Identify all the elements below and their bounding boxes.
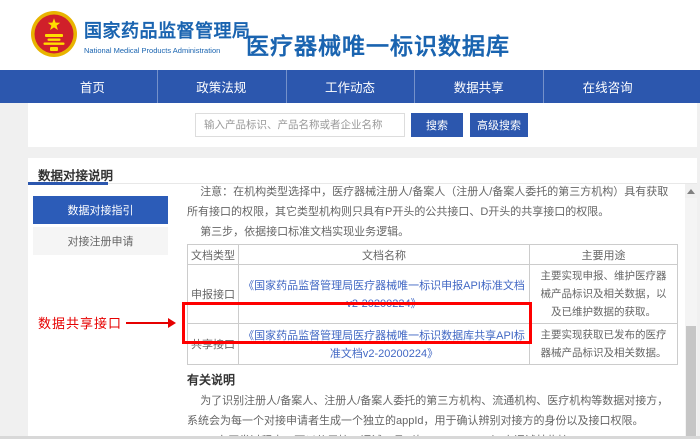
annotation-label: 数据共享接口 <box>38 316 123 331</box>
note-paragraph: 注意：在机构类型选择中，医疗器械注册人/备案人（注册人/备案人委托的第三方机构）… <box>187 186 669 218</box>
search-section: 搜索 高级搜索 <box>28 103 697 147</box>
doc-purpose-cell: 主要实现获取已发布的医疗器械产品标识及相关数据。 <box>529 323 678 365</box>
sidebar-item-data-connection-guide[interactable]: 数据对接指引 <box>33 196 168 224</box>
site-header: 国家药品监督管理局 National Medical Products Admi… <box>0 0 700 70</box>
doc-name-cell: 《国家药品监督管理局医疗器械唯一标识申报API标准文档v2-20200224》 <box>238 264 530 324</box>
doc-type-cell: 共享接口 <box>187 323 239 365</box>
scroll-up-arrow-icon <box>687 188 695 194</box>
notes-intro-paragraph: 为了识别注册人/备案人、注册人/备案人委托的第三方机构、流通机构、医疗机构等数据… <box>187 395 669 427</box>
search-input[interactable] <box>195 113 405 137</box>
content-panel: 数据对接说明 数据对接指引 对接注册申请 注意：在机构类型选择中，医疗器械注册人… <box>28 158 697 436</box>
org-identity: 国家药品监督管理局 National Medical Products Admi… <box>84 17 251 55</box>
org-name: 国家药品监督管理局 <box>84 21 251 41</box>
table-header-main-purpose: 主要用途 <box>529 244 678 265</box>
main-content: 注意：在机构类型选择中，医疗器械注册人/备案人（注册人/备案人委托的第三方机构）… <box>187 158 678 436</box>
document-table: 文档类型 文档名称 主要用途 申报接口 《国家药品监督管理局医疗器械唯一标识申报… <box>187 244 678 365</box>
nav-item-policies[interactable]: 政策法规 <box>156 70 286 103</box>
section-divider-accent <box>28 182 108 185</box>
table-row-declaration-api: 申报接口 《国家药品监督管理局医疗器械唯一标识申报API标准文档v2-20200… <box>187 264 678 324</box>
nav-item-work-news[interactable]: 工作动态 <box>285 70 415 103</box>
content-scrollbar[interactable] <box>685 184 697 436</box>
advanced-search-button[interactable]: 高级搜索 <box>470 113 528 137</box>
doc-type-cell: 申报接口 <box>187 264 239 324</box>
main-nav: 首页 政策法规 工作动态 数据共享 在线咨询 <box>0 70 700 103</box>
declaration-api-doc-link[interactable]: 《国家药品监督管理局医疗器械唯一标识申报API标准文档v2-20200224》 <box>243 280 525 310</box>
org-name-english: National Medical Products Administration <box>84 46 221 55</box>
national-emblem-icon <box>31 11 77 57</box>
table-header-doc-name: 文档名称 <box>238 244 530 265</box>
nav-item-home[interactable]: 首页 <box>28 70 157 103</box>
sidebar: 数据对接指引 对接注册申请 <box>33 196 168 258</box>
sidebar-item-registration-application[interactable]: 对接注册申请 <box>33 227 168 255</box>
step-paragraph: 第三步，依据接口标准文档实现业务逻辑。 <box>200 226 410 238</box>
table-row-sharing-api: 共享接口 《国家药品监督管理局医疗器械唯一标识数据库共享API标准文档v2-20… <box>187 323 678 365</box>
site-title: 医疗器械唯一标识数据库 <box>246 33 510 59</box>
red-annotation: 数据共享接口 <box>38 313 177 332</box>
table-header-row: 文档类型 文档名称 主要用途 <box>187 244 678 265</box>
doc-name-cell: 《国家药品监督管理局医疗器械唯一标识数据库共享API标准文档v2-2020022… <box>238 323 530 365</box>
nav-item-data-sharing[interactable]: 数据共享 <box>414 70 543 103</box>
annotation-arrow-icon <box>168 317 177 328</box>
sharing-api-doc-link[interactable]: 《国家药品监督管理局医疗器械唯一标识数据库共享API标准文档v2-2020022… <box>243 330 525 360</box>
scroll-up-button[interactable] <box>685 184 697 198</box>
nav-item-online-consult[interactable]: 在线咨询 <box>543 70 672 103</box>
annotation-arrow-line <box>126 321 169 324</box>
search-button[interactable]: 搜索 <box>411 113 463 137</box>
notes-title: 有关说明 <box>187 373 236 387</box>
doc-purpose-cell: 主要实现申报、维护医疗器械产品标识及相关数据，以及已维护数据的获取。 <box>529 264 678 324</box>
scrollbar-thumb[interactable] <box>686 326 696 436</box>
table-header-doc-type: 文档类型 <box>187 244 239 265</box>
